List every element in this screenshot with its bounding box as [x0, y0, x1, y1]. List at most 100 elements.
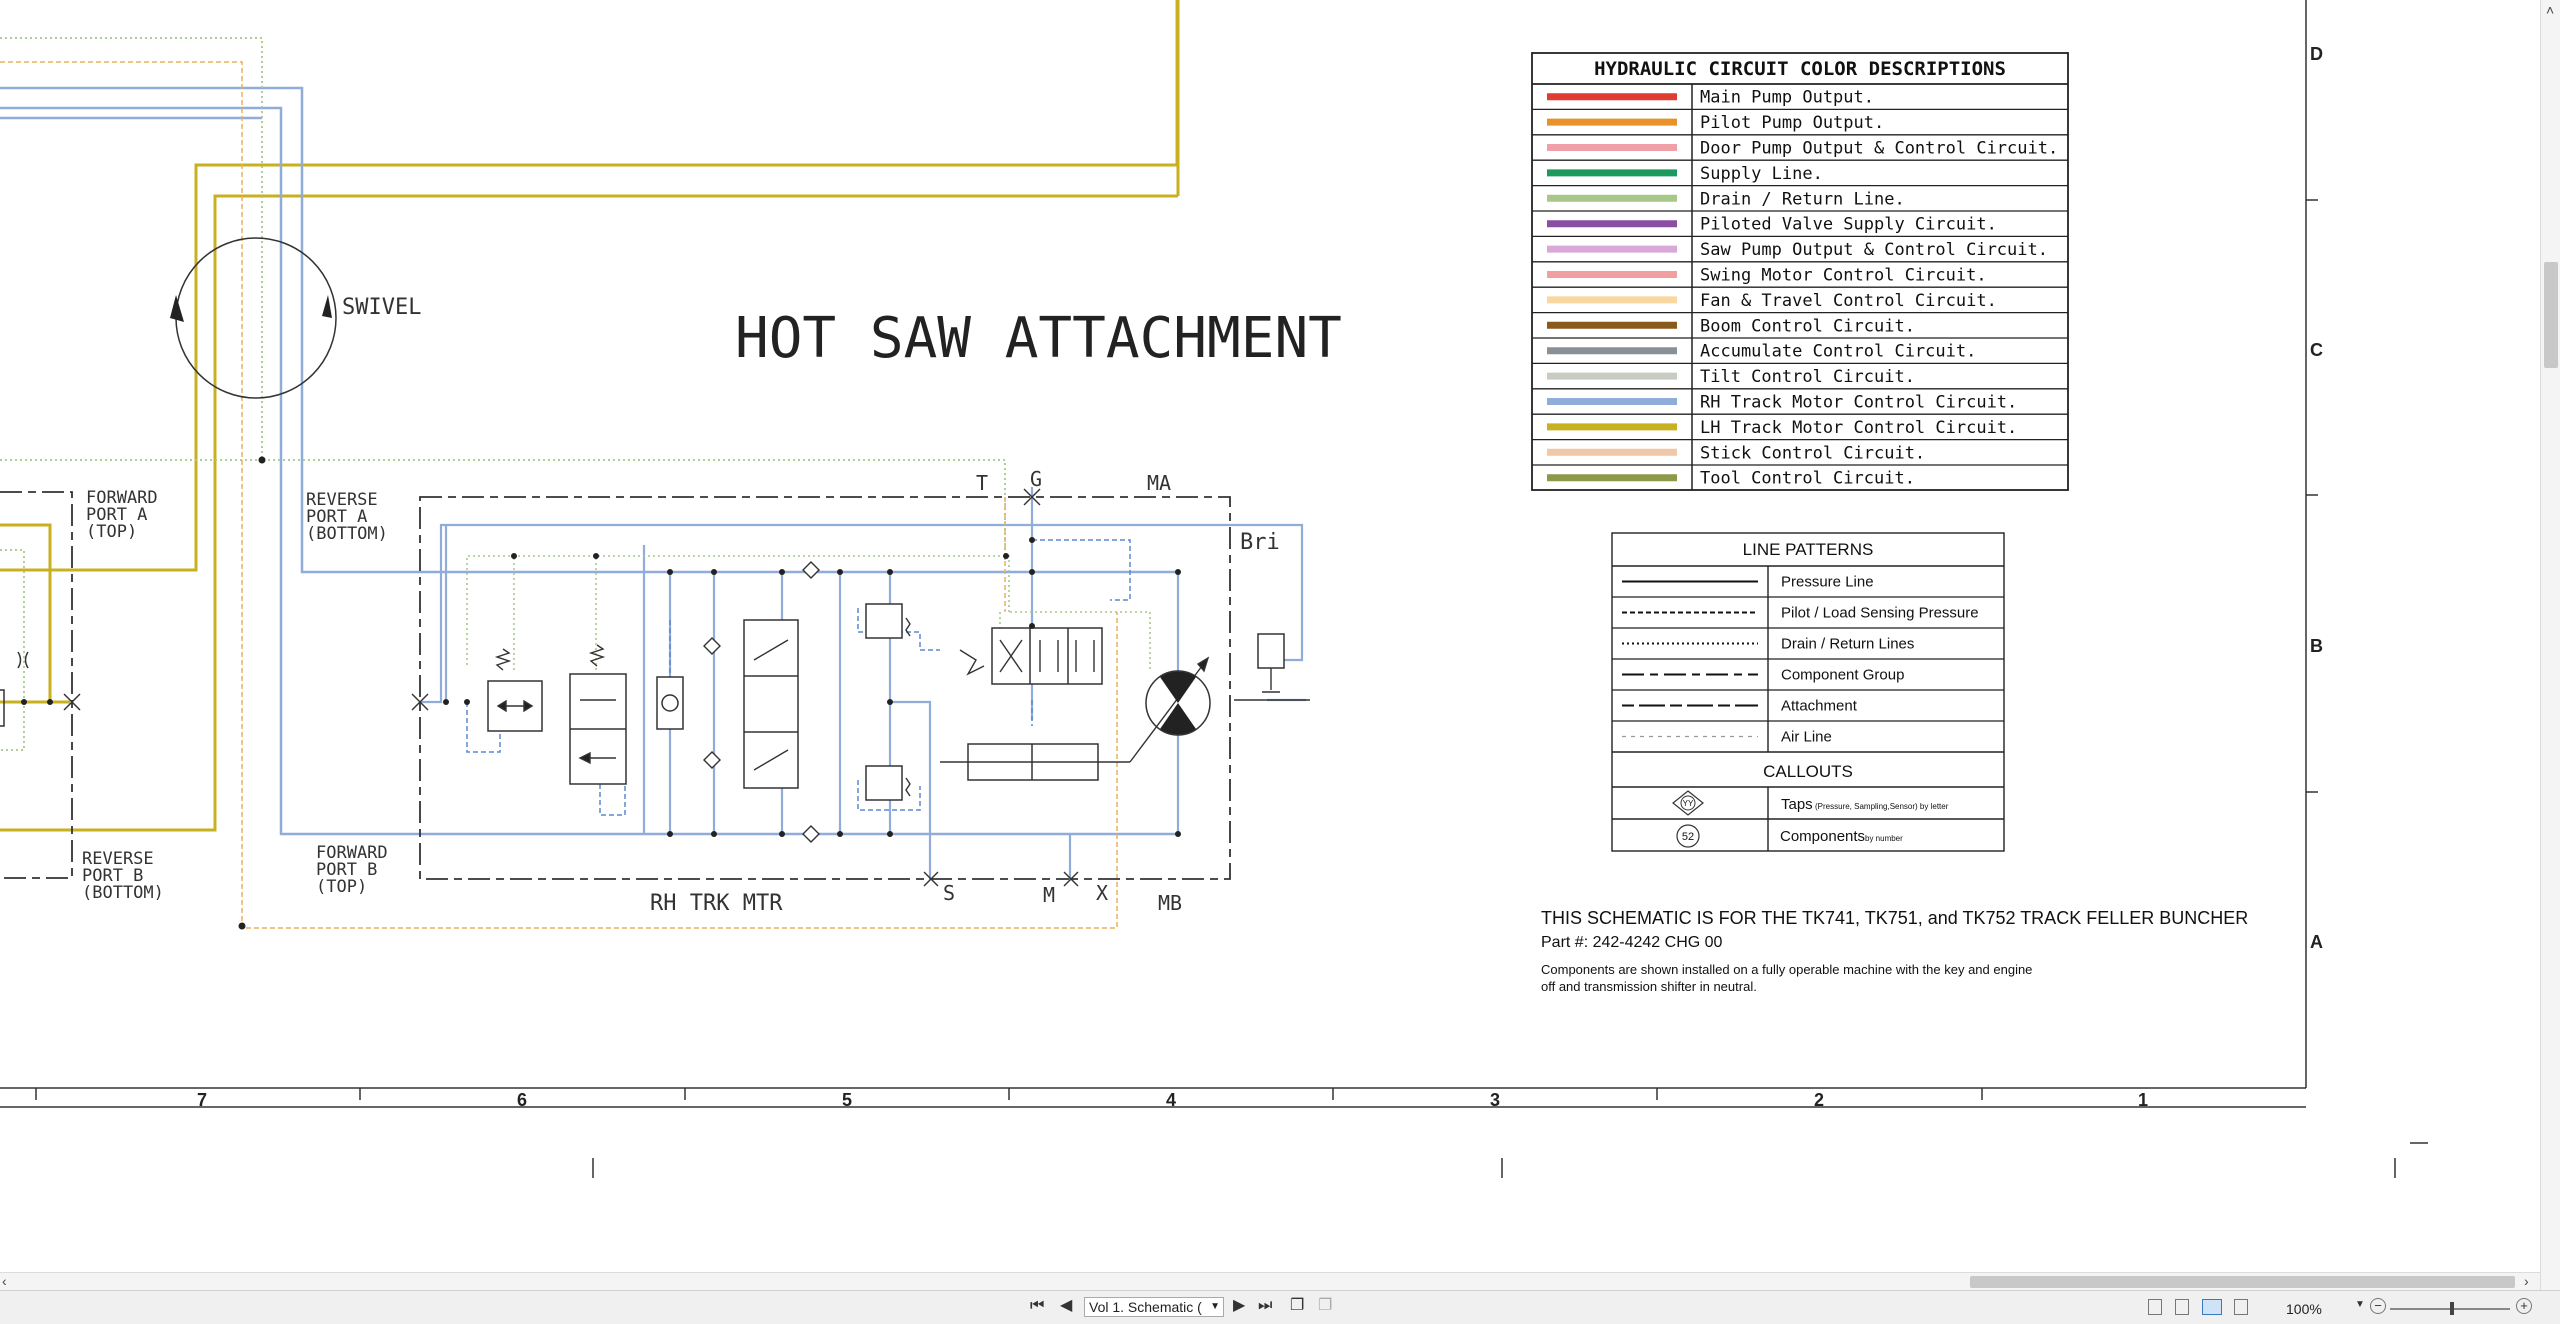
zoom-dropdown-icon[interactable]: ▼ [2355, 1299, 2365, 1310]
ruler-row-b: B [2310, 636, 2323, 656]
page-select[interactable]: Vol 1. Schematic ( ▼ [1084, 1297, 1224, 1317]
ruler-col-6: 6 [517, 1090, 527, 1110]
continuous-view-icon[interactable] [2175, 1299, 2189, 1315]
components-label: Components [1780, 828, 1865, 845]
port-s-label: S [943, 881, 955, 905]
ruler-col-4: 4 [1166, 1090, 1176, 1110]
previous-page-icon[interactable]: ◀ [1060, 1298, 1072, 1314]
scroll-left-icon[interactable]: ‹ [2, 1273, 7, 1289]
drain-lines [0, 37, 1006, 751]
swivel-arrow-right [322, 295, 332, 318]
svg-text:(BOTTOM): (BOTTOM) [306, 524, 388, 544]
legend-label: Stick Control Circuit. [1700, 443, 1925, 463]
pilot-lines [0, 61, 1118, 929]
svg-text:(BOTTOM): (BOTTOM) [82, 883, 164, 903]
single-page-view-icon[interactable] [2148, 1299, 2162, 1315]
line-patterns-header: LINE PATTERNS [1743, 540, 1874, 559]
legend-label: Main Pump Output. [1700, 88, 1874, 108]
legend-label: RH Track Motor Control Circuit. [1700, 393, 2017, 413]
taps-label: Taps [1781, 796, 1813, 813]
svg-text:(TOP): (TOP) [86, 522, 137, 542]
junction-dot [238, 922, 246, 930]
port-g-label: G [1030, 467, 1042, 491]
port-t-label: T [976, 471, 988, 495]
page-title: HOT SAW ATTACHMENT [735, 306, 1342, 371]
ruler-row-c: C [2310, 340, 2323, 360]
zoom-level: 100% [2286, 1301, 2322, 1317]
horizontal-scroll-thumb[interactable] [1970, 1276, 2515, 1288]
vertical-scrollbar[interactable]: ˄ [2540, 0, 2560, 1290]
port-label-fwd-a: FORWARD PORT A (TOP) [86, 488, 158, 542]
brake-label: Bri [1240, 530, 1280, 555]
ruler-col-3: 3 [1490, 1090, 1500, 1110]
ruler-col-5: 5 [842, 1090, 852, 1110]
legend-label: Supply Line. [1700, 164, 1823, 184]
fit-width-icon[interactable] [2234, 1299, 2248, 1315]
component-callout-symbol: 52 [1682, 831, 1694, 843]
zoom-in-icon[interactable]: + [2516, 1298, 2532, 1314]
motor-label: RH TRK MTR [650, 891, 783, 916]
taps-note: (Pressure, Sampling,Sensor) by letter [1815, 802, 1949, 811]
port-mb-label: MB [1158, 891, 1182, 915]
port-ma-label: MA [1147, 471, 1171, 495]
line-pattern-label: Attachment [1781, 698, 1858, 715]
legend-label: Accumulate Control Circuit. [1700, 342, 1976, 362]
port-label-fwd-b: FORWARD PORT B (TOP) [316, 843, 388, 897]
legend-label: Swing Motor Control Circuit. [1700, 266, 1987, 286]
legend-label: Tilt Control Circuit. [1700, 367, 1915, 387]
two-page-view-icon[interactable] [2202, 1299, 2222, 1315]
left-fittings [0, 651, 81, 727]
legend-label: Saw Pump Output & Control Circuit. [1700, 240, 2048, 260]
port-x-label: X [1096, 881, 1108, 905]
legend-label: Tool Control Circuit. [1700, 469, 1915, 489]
legend-label: LH Track Motor Control Circuit. [1700, 418, 2017, 438]
line-pattern-label: Pressure Line [1781, 574, 1874, 591]
line-pattern-label: Drain / Return Lines [1781, 636, 1914, 653]
schematic-canvas: 7 6 5 4 3 2 1 D C B A SWIVEL HOT SAW ATT… [0, 0, 2428, 1178]
swivel-arrow-left [170, 295, 184, 322]
color-legend-table: HYDRAULIC CIRCUIT COLOR DESCRIPTIONS Mai… [1531, 52, 2069, 491]
legend-label: Door Pump Output & Control Circuit. [1700, 139, 2058, 159]
color-legend-header: HYDRAULIC CIRCUIT COLOR DESCRIPTIONS [1594, 58, 2006, 80]
motor-dots [443, 537, 1181, 837]
schematic-notes: THIS SCHEMATIC IS FOR THE TK741, TK751, … [1541, 908, 2248, 994]
legend-label: Pilot Pump Output. [1700, 113, 1884, 133]
port-m-label: M [1043, 883, 1055, 907]
ruler-col-2: 2 [1814, 1090, 1824, 1110]
junction-dot [258, 456, 266, 464]
legend-label: Drain / Return Line. [1700, 189, 1905, 209]
note-condition-2: off and transmission shifter in neutral. [1541, 979, 1757, 994]
legend-label: Fan & Travel Control Circuit. [1700, 291, 1997, 311]
note-condition-1: Components are shown installed on a full… [1541, 962, 2032, 977]
valve-symbols [487, 603, 1285, 801]
line-pattern-label: Pilot / Load Sensing Pressure [1781, 605, 1979, 622]
zoom-slider-knob[interactable] [2450, 1302, 2454, 1315]
paste-page-icon[interactable]: ❐ [1318, 1298, 1332, 1314]
scroll-right-icon[interactable]: › [2524, 1273, 2529, 1289]
last-page-icon[interactable]: ⏭ [1258, 1298, 1272, 1314]
ruler-col-1: 1 [2138, 1090, 2148, 1110]
legend-label: Piloted Valve Supply Circuit. [1700, 215, 1997, 235]
next-page-icon[interactable]: ▶ [1233, 1298, 1245, 1314]
tap-callout-symbol: YY [1683, 799, 1694, 808]
page-select-value: Vol 1. Schematic ( [1089, 1299, 1202, 1315]
line-pattern-label: Component Group [1781, 667, 1904, 684]
copy-page-icon[interactable]: ❐ [1290, 1298, 1304, 1314]
svg-text:(TOP): (TOP) [316, 877, 367, 897]
scroll-up-icon[interactable]: ˄ [2546, 2, 2554, 18]
zoom-out-icon[interactable]: − [2370, 1298, 2386, 1314]
vertical-scroll-thumb[interactable] [2544, 262, 2558, 368]
components-note: by number [1865, 834, 1903, 843]
ruler-row-a: A [2310, 932, 2323, 952]
callouts-header: CALLOUTS [1763, 762, 1853, 781]
horizontal-scrollbar[interactable]: ‹ › [0, 1272, 2540, 1291]
first-page-icon[interactable]: ⏮ [1030, 1298, 1044, 1314]
ruler-col-7: 7 [197, 1090, 207, 1110]
note-part-number: Part #: 242-4242 CHG 00 [1541, 934, 1723, 951]
line-pattern-label: Air Line [1781, 729, 1832, 746]
ruler-row-d: D [2310, 44, 2323, 64]
port-label-rev-b: REVERSE PORT B (BOTTOM) [82, 849, 164, 903]
legend-label: Boom Control Circuit. [1700, 316, 1915, 336]
note-applicability: THIS SCHEMATIC IS FOR THE TK741, TK751, … [1541, 908, 2248, 928]
swivel-label: SWIVEL [342, 295, 421, 320]
